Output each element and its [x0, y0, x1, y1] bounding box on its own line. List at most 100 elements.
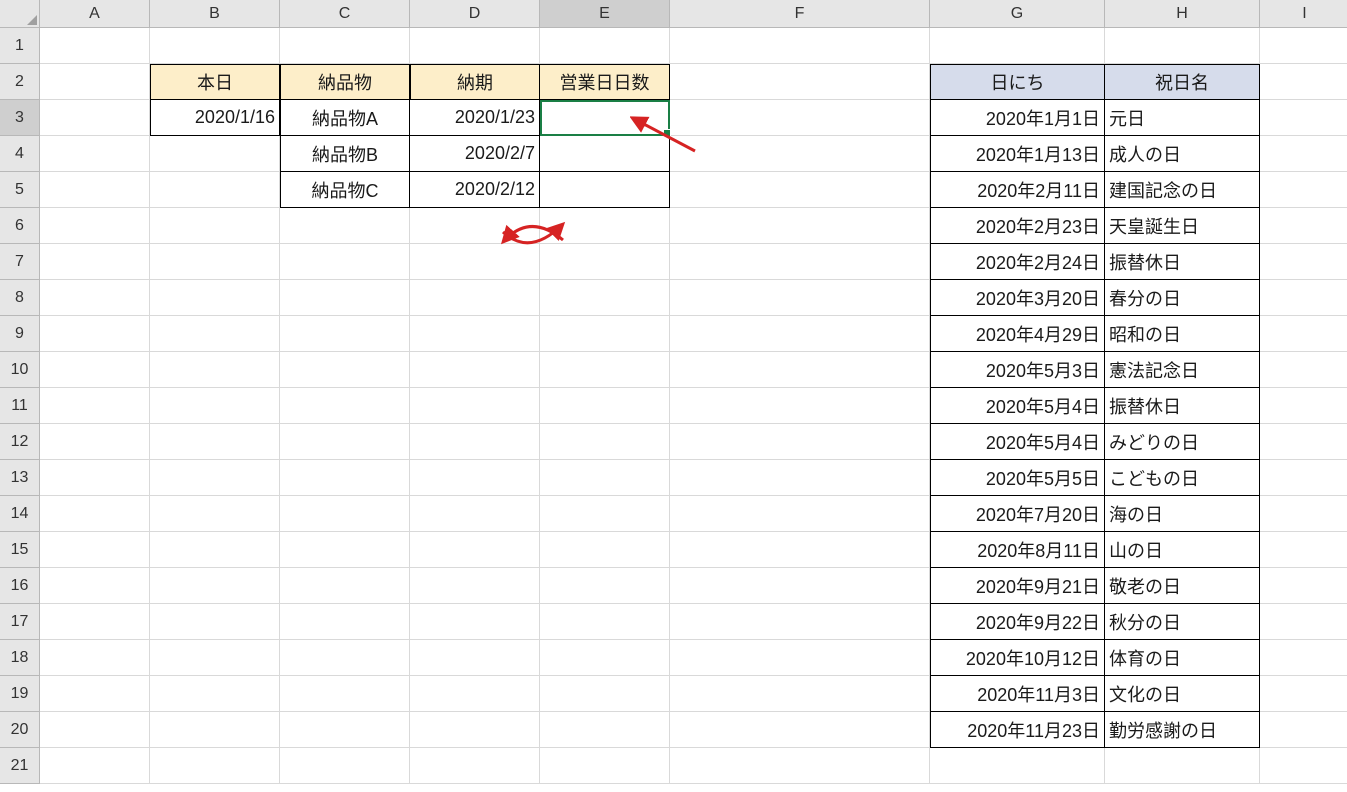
cell-B7[interactable] — [150, 244, 280, 280]
cell-E21[interactable] — [540, 748, 670, 784]
cell-G11[interactable]: 2020年5月4日 — [930, 388, 1105, 424]
cell-A18[interactable] — [40, 640, 150, 676]
cell-C3[interactable]: 納品物A — [280, 100, 410, 136]
cell-F20[interactable] — [670, 712, 930, 748]
cell-G19[interactable]: 2020年11月3日 — [930, 676, 1105, 712]
cell-H21[interactable] — [1105, 748, 1260, 784]
cell-H8[interactable]: 春分の日 — [1105, 280, 1260, 316]
cell-H16[interactable]: 敬老の日 — [1105, 568, 1260, 604]
cell-I17[interactable] — [1260, 604, 1347, 640]
row-header-8[interactable]: 8 — [0, 280, 40, 316]
row-header-3[interactable]: 3 — [0, 100, 40, 136]
cell-G15[interactable]: 2020年8月11日 — [930, 532, 1105, 568]
cell-D10[interactable] — [410, 352, 540, 388]
cell-G3[interactable]: 2020年1月1日 — [930, 100, 1105, 136]
row-header-17[interactable]: 17 — [0, 604, 40, 640]
cell-G10[interactable]: 2020年5月3日 — [930, 352, 1105, 388]
cell-I1[interactable] — [1260, 28, 1347, 64]
cell-G21[interactable] — [930, 748, 1105, 784]
cell-D9[interactable] — [410, 316, 540, 352]
cell-F17[interactable] — [670, 604, 930, 640]
cell-D2[interactable]: 納期 — [410, 64, 540, 100]
row-header-4[interactable]: 4 — [0, 136, 40, 172]
cell-I3[interactable] — [1260, 100, 1347, 136]
row-header-20[interactable]: 20 — [0, 712, 40, 748]
cell-H12[interactable]: みどりの日 — [1105, 424, 1260, 460]
cell-H3[interactable]: 元日 — [1105, 100, 1260, 136]
column-header-B[interactable]: B — [150, 0, 280, 28]
cell-D6[interactable] — [410, 208, 540, 244]
cell-E15[interactable] — [540, 532, 670, 568]
cell-G12[interactable]: 2020年5月4日 — [930, 424, 1105, 460]
cell-H17[interactable]: 秋分の日 — [1105, 604, 1260, 640]
cell-E3[interactable] — [540, 100, 670, 136]
cell-C9[interactable] — [280, 316, 410, 352]
cell-B8[interactable] — [150, 280, 280, 316]
cell-E6[interactable] — [540, 208, 670, 244]
cell-C5[interactable]: 納品物C — [280, 172, 410, 208]
cell-B1[interactable] — [150, 28, 280, 64]
cell-A21[interactable] — [40, 748, 150, 784]
cell-E1[interactable] — [540, 28, 670, 64]
cell-B4[interactable] — [150, 136, 280, 172]
cell-I21[interactable] — [1260, 748, 1347, 784]
cell-D13[interactable] — [410, 460, 540, 496]
cell-E18[interactable] — [540, 640, 670, 676]
select-all-corner[interactable] — [0, 0, 40, 28]
cell-I15[interactable] — [1260, 532, 1347, 568]
row-header-5[interactable]: 5 — [0, 172, 40, 208]
cell-B21[interactable] — [150, 748, 280, 784]
cell-D11[interactable] — [410, 388, 540, 424]
cell-F18[interactable] — [670, 640, 930, 676]
cell-H11[interactable]: 振替休日 — [1105, 388, 1260, 424]
cell-A17[interactable] — [40, 604, 150, 640]
cell-B12[interactable] — [150, 424, 280, 460]
cell-F16[interactable] — [670, 568, 930, 604]
cell-I20[interactable] — [1260, 712, 1347, 748]
cell-E7[interactable] — [540, 244, 670, 280]
cell-I14[interactable] — [1260, 496, 1347, 532]
cell-F7[interactable] — [670, 244, 930, 280]
column-header-H[interactable]: H — [1105, 0, 1260, 28]
cell-A8[interactable] — [40, 280, 150, 316]
cell-I5[interactable] — [1260, 172, 1347, 208]
cell-C16[interactable] — [280, 568, 410, 604]
cell-H19[interactable]: 文化の日 — [1105, 676, 1260, 712]
cell-B2[interactable]: 本日 — [150, 64, 280, 100]
cell-I9[interactable] — [1260, 316, 1347, 352]
cell-E5[interactable] — [540, 172, 670, 208]
cell-D16[interactable] — [410, 568, 540, 604]
cell-D1[interactable] — [410, 28, 540, 64]
cell-H7[interactable]: 振替休日 — [1105, 244, 1260, 280]
cell-D5[interactable]: 2020/2/12 — [410, 172, 540, 208]
cell-H15[interactable]: 山の日 — [1105, 532, 1260, 568]
column-header-I[interactable]: I — [1260, 0, 1347, 28]
cell-F14[interactable] — [670, 496, 930, 532]
cell-A4[interactable] — [40, 136, 150, 172]
cell-A14[interactable] — [40, 496, 150, 532]
cell-I19[interactable] — [1260, 676, 1347, 712]
cell-D18[interactable] — [410, 640, 540, 676]
cell-G6[interactable]: 2020年2月23日 — [930, 208, 1105, 244]
cell-C15[interactable] — [280, 532, 410, 568]
column-header-D[interactable]: D — [410, 0, 540, 28]
column-header-A[interactable]: A — [40, 0, 150, 28]
cell-C14[interactable] — [280, 496, 410, 532]
row-header-15[interactable]: 15 — [0, 532, 40, 568]
cell-D8[interactable] — [410, 280, 540, 316]
cell-H9[interactable]: 昭和の日 — [1105, 316, 1260, 352]
cell-D14[interactable] — [410, 496, 540, 532]
cell-E10[interactable] — [540, 352, 670, 388]
cell-H6[interactable]: 天皇誕生日 — [1105, 208, 1260, 244]
cell-A6[interactable] — [40, 208, 150, 244]
cell-H10[interactable]: 憲法記念日 — [1105, 352, 1260, 388]
row-header-18[interactable]: 18 — [0, 640, 40, 676]
column-header-G[interactable]: G — [930, 0, 1105, 28]
cell-A20[interactable] — [40, 712, 150, 748]
cell-I11[interactable] — [1260, 388, 1347, 424]
cell-E8[interactable] — [540, 280, 670, 316]
cell-A11[interactable] — [40, 388, 150, 424]
cell-D15[interactable] — [410, 532, 540, 568]
column-header-C[interactable]: C — [280, 0, 410, 28]
cell-D17[interactable] — [410, 604, 540, 640]
